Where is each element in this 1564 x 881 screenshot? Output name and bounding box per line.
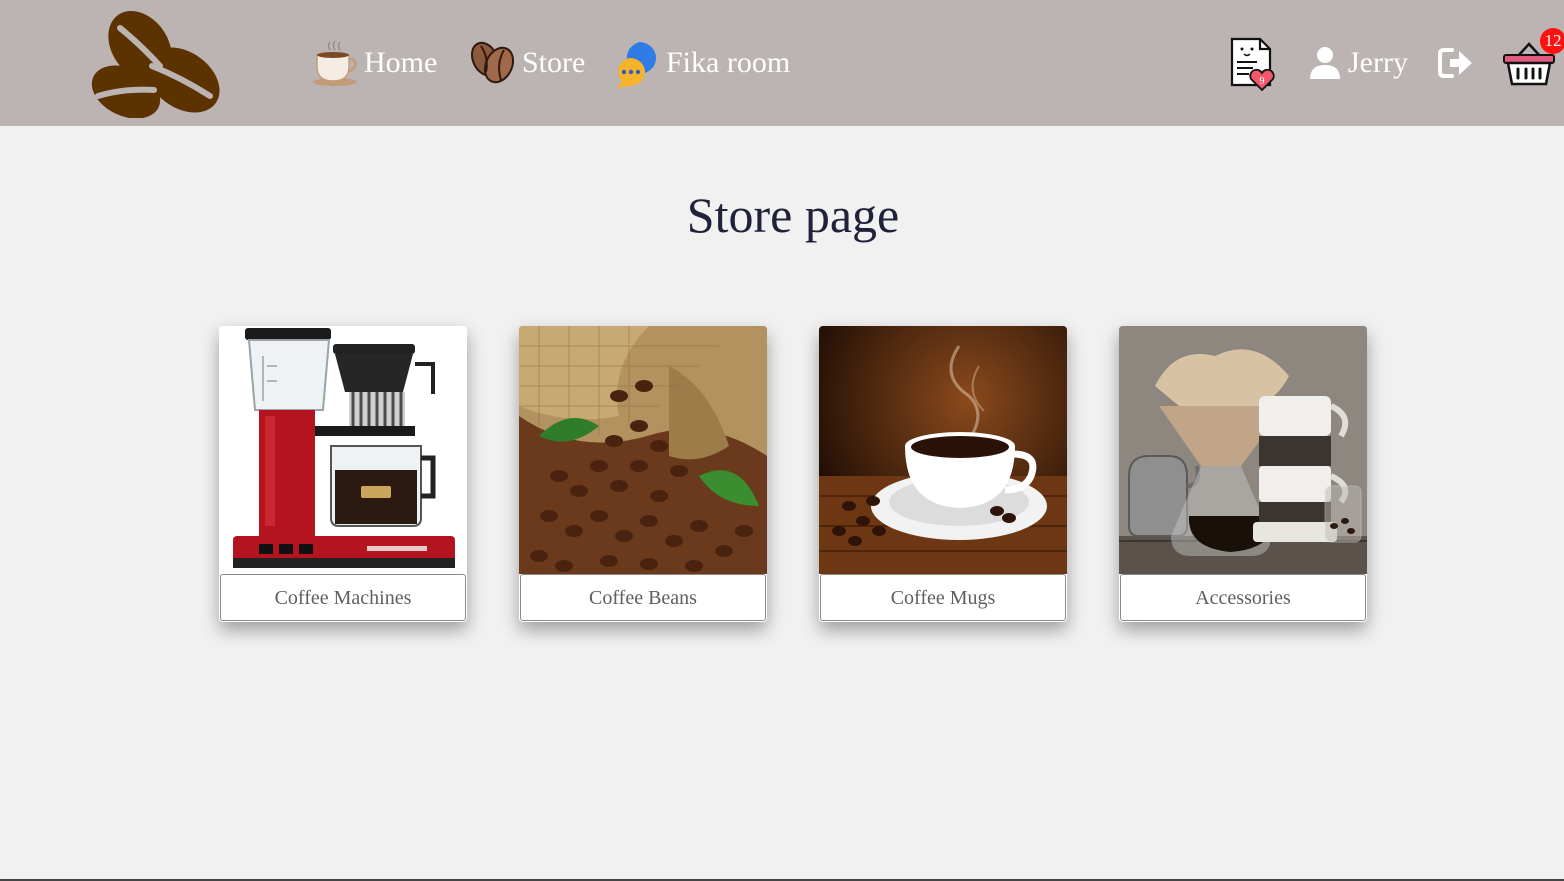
coffee-accessories-image (1119, 326, 1367, 574)
coffee-mug-image (819, 326, 1067, 574)
wishlist-icon[interactable]: 9 (1226, 36, 1282, 92)
top-navbar: Home Store Fika room 9 Jerry 12 (0, 0, 1564, 126)
user-profile-link[interactable]: Jerry (1308, 40, 1408, 86)
coffee-bean-icon (470, 41, 515, 84)
wishlist-count: 9 (1260, 76, 1265, 87)
coffee-beans-image (519, 326, 767, 574)
cart-count-badge: 12 (1540, 28, 1564, 54)
category-card-coffee-machines[interactable]: Coffee Machines (219, 326, 467, 622)
logout-icon[interactable] (1438, 46, 1474, 80)
category-label: Accessories (1120, 574, 1366, 621)
page-title: Store page (686, 187, 900, 243)
coffee-beans-logo[interactable] (90, 8, 230, 118)
nav-fika-room[interactable]: Fika room (612, 36, 790, 90)
username: Jerry (1348, 46, 1408, 79)
nav-store[interactable]: Store (468, 36, 585, 90)
coffee-cup-icon (313, 40, 357, 86)
category-card-accessories[interactable]: Accessories (1119, 326, 1367, 622)
nav-fika-label: Fika room (666, 46, 791, 79)
coffee-machine-image (219, 326, 467, 574)
user-icon (1310, 47, 1340, 79)
chat-bubbles-icon (617, 42, 657, 88)
nav-home[interactable]: Home (310, 36, 437, 90)
category-label: Coffee Mugs (820, 574, 1066, 621)
nav-home-label: Home (364, 46, 438, 79)
category-card-coffee-beans[interactable]: Coffee Beans (519, 326, 767, 622)
category-label: Coffee Beans (520, 574, 766, 621)
category-card-coffee-mugs[interactable]: Coffee Mugs (819, 326, 1067, 622)
category-label: Coffee Machines (220, 574, 466, 621)
nav-store-label: Store (522, 46, 586, 79)
